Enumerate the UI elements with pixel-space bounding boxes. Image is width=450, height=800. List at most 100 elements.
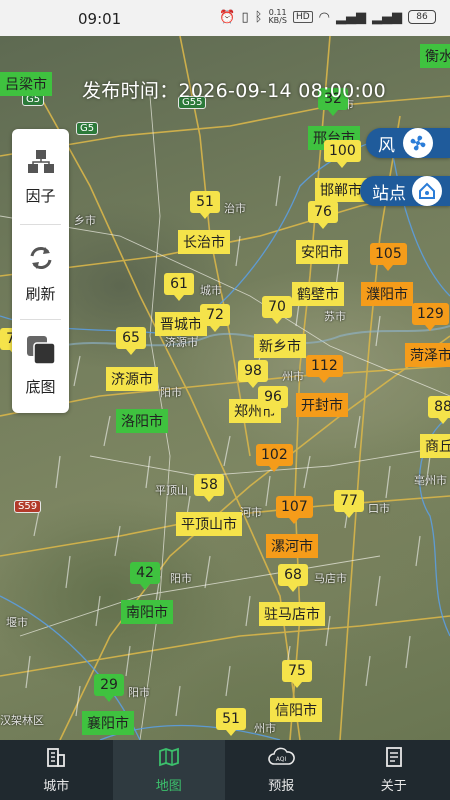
battery-icon: 86 [408, 10, 436, 24]
wind-streaks [13, 175, 431, 717]
bluetooth-icon: ᛒ [254, 9, 263, 25]
nav-forecast-label: 预报 [268, 779, 295, 794]
aqi-marker[interactable]: 129 [412, 303, 449, 331]
nav-city[interactable]: 城市 [0, 740, 113, 800]
aqi-marker[interactable]: 98 [238, 360, 268, 388]
aqi-marker[interactable]: 68 [278, 564, 308, 592]
refresh-label: 刷新 [25, 284, 56, 303]
city-label-heze[interactable]: 菏泽市 [405, 343, 450, 367]
place-text: 阳市 [160, 386, 182, 399]
fan-icon [403, 128, 433, 158]
city-label-pingdingshan[interactable]: 平顶山市 [176, 512, 242, 536]
city-label-hengshui[interactable]: 衡水 [420, 44, 450, 68]
city-label-nanyang[interactable]: 南阳市 [121, 600, 173, 624]
place-text: 州市 [282, 370, 304, 383]
place-text: 亳州市 [414, 474, 447, 487]
nav-map[interactable]: 地图 [112, 740, 225, 800]
aqi-marker[interactable]: 72 [200, 304, 230, 332]
basemap-label: 底图 [25, 377, 56, 396]
vibrate-icon: ▯ [241, 9, 249, 25]
building-icon [45, 746, 67, 772]
status-bar: 09:01 ⏰ ▯ ᛒ 0.11 KB/S HD ◠ ▂▄▆ ▂▄▆ 86 [0, 0, 450, 36]
city-label-shangqiu[interactable]: 商丘 [420, 434, 450, 458]
station-toggle-button[interactable]: 站点 [360, 176, 450, 206]
aqi-marker[interactable]: 105 [370, 243, 407, 271]
factor-label: 因子 [25, 186, 56, 205]
signal-icon-2: ▂▄▆ [372, 9, 402, 25]
signal-icon: ▂▄▆ [336, 9, 366, 25]
aqi-marker[interactable]: 70 [262, 296, 292, 324]
status-icons: ⏰ ▯ ᛒ 0.11 KB/S HD ◠ ▂▄▆ ▂▄▆ 86 [219, 9, 436, 25]
city-label-anyang[interactable]: 安阳市 [296, 240, 348, 264]
aqi-marker[interactable]: 102 [256, 444, 293, 472]
city-label-hebi[interactable]: 鹤壁市 [292, 282, 344, 306]
aqi-marker[interactable]: 65 [116, 327, 146, 355]
layers-icon [25, 334, 57, 370]
aqi-marker[interactable]: 76 [308, 201, 338, 229]
map-icon [158, 746, 180, 772]
net-speed: 0.11 KB/S [268, 8, 287, 25]
tool-divider [20, 319, 61, 320]
nav-forecast[interactable]: AQI 预报 [225, 740, 338, 800]
place-text: 口市 [368, 502, 390, 515]
city-label-xiangyang[interactable]: 襄阳市 [82, 711, 134, 735]
aqi-marker[interactable]: 77 [334, 490, 364, 518]
aqi-marker[interactable]: 51 [216, 708, 246, 736]
aqi-marker[interactable]: 112 [306, 355, 343, 383]
basemap-button[interactable]: 底图 [12, 321, 69, 409]
home-icon [412, 176, 442, 206]
place-text: 苏市 [324, 310, 346, 323]
nav-about[interactable]: 关于 [338, 740, 450, 800]
svg-text:AQI: AQI [276, 756, 287, 763]
aqi-marker[interactable]: 51 [190, 191, 220, 219]
aqi-marker[interactable]: 96 [258, 386, 288, 414]
place-text: 河市 [240, 506, 262, 519]
publish-time: 发布时间：2026-09-14 08:00:00 [82, 80, 386, 102]
road-shield: S59 [14, 500, 42, 513]
refresh-icon [26, 243, 56, 277]
aqi-marker[interactable]: 58 [194, 474, 224, 502]
place-text: 马店市 [314, 572, 347, 585]
aqi-marker[interactable]: 100 [324, 140, 361, 168]
place-text: 汉架林区 [0, 714, 44, 727]
city-label-kaifeng[interactable]: 开封市 [296, 393, 348, 417]
city-label-luoyang[interactable]: 洛阳市 [116, 409, 168, 433]
document-icon [383, 746, 405, 772]
map-view[interactable]: 发布时间：2026-09-14 08:00:00 G5 G5 G55 S59 台… [0, 36, 450, 740]
place-text: 治市 [224, 202, 246, 215]
map-tool-panel: 因子 刷新 底图 [12, 129, 69, 413]
road-shield: G5 [76, 122, 99, 135]
aqi-marker[interactable]: 42 [130, 562, 160, 590]
place-text: 平顶山 [155, 484, 188, 497]
nav-about-label: 关于 [380, 779, 407, 794]
place-text: 阳市 [170, 572, 192, 585]
aqi-marker[interactable]: 88 [428, 396, 450, 424]
aqi-marker[interactable]: 75 [282, 660, 312, 688]
wind-toggle-button[interactable]: 风 [366, 128, 450, 158]
aqi-marker[interactable]: 29 [94, 674, 124, 702]
aqi-marker[interactable]: 107 [276, 496, 313, 524]
factor-button[interactable]: 因子 [12, 133, 69, 221]
nav-city-label: 城市 [43, 779, 70, 794]
factor-icon [26, 149, 56, 179]
nav-map-label: 地图 [155, 779, 182, 794]
wind-label: 风 [378, 135, 395, 156]
place-text: 乡市 [74, 214, 96, 227]
city-label-luohe[interactable]: 漯河市 [266, 534, 318, 558]
alarm-icon: ⏰ [219, 9, 236, 25]
hd-badge: HD [292, 11, 313, 23]
station-label: 站点 [372, 183, 406, 204]
refresh-button[interactable]: 刷新 [12, 229, 69, 317]
aqi-cloud-icon: AQI [267, 746, 296, 772]
city-label-puyang[interactable]: 濮阳市 [361, 282, 413, 306]
aqi-marker[interactable]: 61 [164, 273, 194, 301]
city-label-changzhi[interactable]: 长治市 [178, 230, 230, 254]
city-label-jiyuan[interactable]: 济源市 [106, 367, 158, 391]
city-label-lvliang[interactable]: 吕梁市 [0, 72, 52, 96]
city-label-xinxiang[interactable]: 新乡市 [254, 334, 306, 358]
city-label-zhumadian[interactable]: 驻马店市 [259, 602, 325, 626]
city-label-xinyang[interactable]: 信阳市 [270, 698, 322, 722]
status-time: 09:01 [78, 10, 122, 28]
tool-divider [20, 224, 61, 225]
place-text: 阳市 [128, 686, 150, 699]
